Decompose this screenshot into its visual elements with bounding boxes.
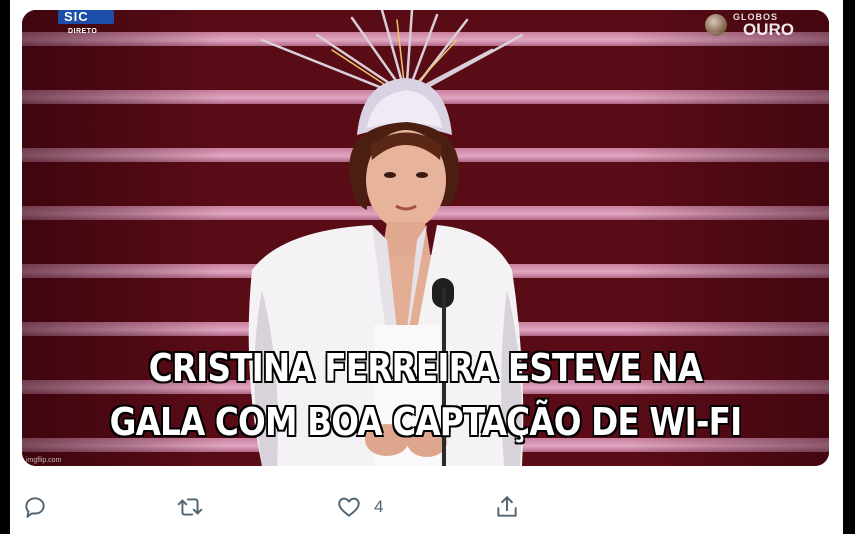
presenter-figure <box>248 10 524 466</box>
broadcaster-logo: SIC DIRETO <box>58 10 114 38</box>
retweet-button[interactable] <box>176 492 216 522</box>
reply-button[interactable] <box>22 492 60 522</box>
share-button[interactable] <box>494 492 532 522</box>
tweet-card: SIC DIRETO GLOBOS OURO CRISTINA FERREIRA… <box>10 0 843 534</box>
retweet-icon <box>177 498 203 516</box>
heart-icon <box>338 497 360 517</box>
globe-icon <box>705 14 727 36</box>
tweet-media-image[interactable]: SIC DIRETO GLOBOS OURO CRISTINA FERREIRA… <box>22 10 829 466</box>
share-icon <box>497 496 517 517</box>
tweet-action-bar: 4 <box>10 480 843 530</box>
meme-caption-line-2: GALA COM BOA CAPTAÇÃO DE WI-FI <box>109 399 743 445</box>
watermark: imgflip.com <box>26 457 62 464</box>
like-button[interactable]: 4 <box>336 492 383 522</box>
like-count: 4 <box>374 497 384 516</box>
reply-icon <box>25 497 45 518</box>
meme-caption-line-1: CRISTINA FERREIRA ESTEVE NA <box>148 345 704 391</box>
event-logo: GLOBOS OURO <box>705 12 805 42</box>
